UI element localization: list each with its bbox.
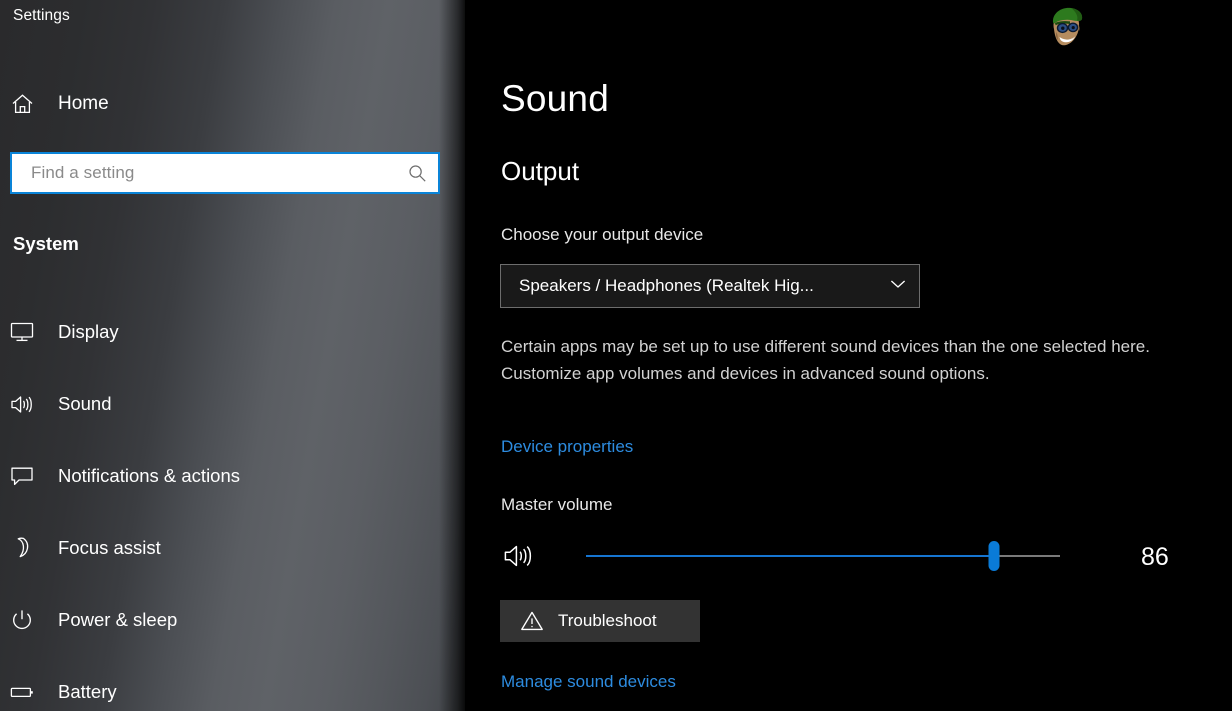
chevron-down-icon (888, 277, 908, 295)
sidebar-item-power-sleep[interactable]: Power & sleep (0, 599, 440, 641)
notification-bubble-icon (0, 466, 44, 487)
search-icon[interactable] (396, 164, 438, 183)
home-icon (0, 93, 44, 115)
output-device-select[interactable]: Speakers / Headphones (Realtek Hig... (500, 264, 920, 308)
output-device-label: Choose your output device (501, 225, 704, 244)
troubleshoot-button-label: Troubleshoot (558, 611, 657, 630)
sidebar-item-display-label: Display (58, 321, 119, 342)
master-volume-slider-row: 86 (501, 535, 1181, 579)
speaker-icon[interactable] (503, 543, 535, 574)
sidebar-item-battery[interactable]: Battery (0, 671, 440, 711)
sidebar-item-sound-label: Sound (58, 393, 112, 414)
warning-triangle-icon (506, 610, 558, 632)
sidebar-group-title: System (13, 233, 79, 254)
search-placeholder: Find a setting (31, 163, 135, 182)
sidebar: Settings Home Find a setting System Disp… (0, 0, 465, 711)
master-volume-fill (586, 555, 994, 557)
master-volume-thumb[interactable] (988, 541, 1000, 571)
sidebar-item-focus-assist[interactable]: Focus assist (0, 527, 440, 569)
power-icon (0, 609, 44, 631)
sidebar-item-battery-label: Battery (58, 681, 117, 702)
monitor-icon (0, 322, 44, 342)
sidebar-item-home-label: Home (58, 93, 109, 114)
main-content: Sound Output Choose your output device S… (465, 0, 1232, 711)
master-volume-track[interactable] (586, 541, 1060, 571)
search-input[interactable]: Find a setting (10, 152, 440, 194)
troubleshoot-button[interactable]: Troubleshoot (500, 600, 700, 642)
sidebar-item-power-sleep-label: Power & sleep (58, 609, 178, 630)
sidebar-item-notifications-label: Notifications & actions (58, 465, 241, 486)
section-title-output: Output (501, 156, 580, 186)
sidebar-item-notifications[interactable]: Notifications & actions (0, 455, 440, 497)
window-title: Settings (13, 7, 70, 24)
master-volume-label: Master volume (501, 495, 613, 514)
page-title: Sound (501, 78, 609, 119)
manage-sound-devices-link[interactable]: Manage sound devices (501, 672, 676, 692)
battery-icon (0, 685, 44, 699)
sidebar-item-sound[interactable]: Sound (0, 383, 440, 425)
moon-icon (0, 537, 44, 559)
sidebar-item-display[interactable]: Display (0, 311, 440, 353)
master-volume-value: 86 (1141, 543, 1169, 571)
output-description: Certain apps may be set up to use differ… (501, 337, 1150, 383)
device-properties-link[interactable]: Device properties (501, 437, 633, 457)
output-device-selected-value: Speakers / Headphones (Realtek Hig... (519, 276, 814, 295)
sidebar-item-home[interactable]: Home (0, 85, 440, 123)
sidebar-item-focus-assist-label: Focus assist (58, 537, 161, 558)
settings-window: Settings Home Find a setting System Disp… (0, 0, 1232, 711)
speaker-icon (0, 394, 44, 415)
